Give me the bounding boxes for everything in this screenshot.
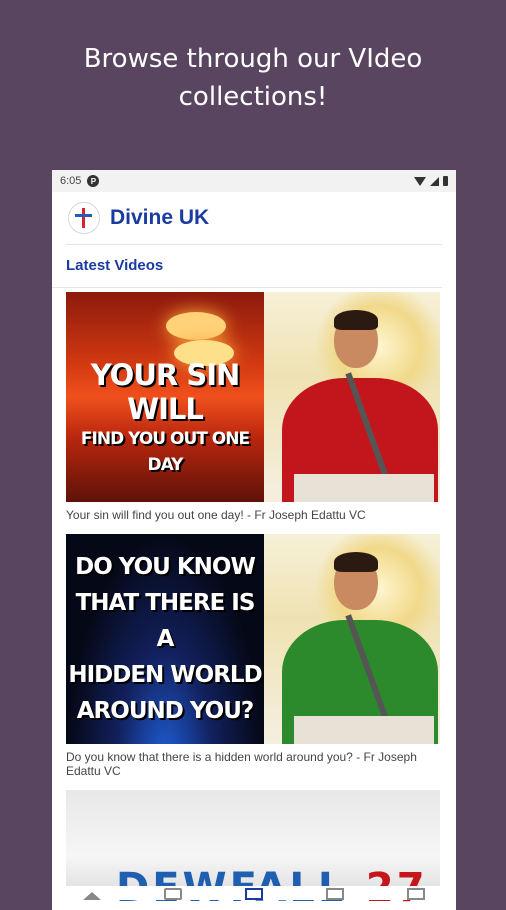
video-caption[interactable]: Your sin will find you out one day! - Fr… — [66, 502, 442, 530]
video-item[interactable]: DO YOU KNOW THAT THERE IS A HIDDEN WORLD… — [66, 534, 442, 786]
signal-icon — [430, 176, 439, 186]
battery-icon — [443, 176, 448, 186]
phone-screen: 6:05 P Divine UK Latest Videos YOUR SIN … — [52, 170, 456, 910]
video-item[interactable]: YOUR SIN WILL FIND YOU OUT ONE DAY Your … — [66, 292, 442, 530]
sun-graphic — [166, 312, 226, 340]
section-title: Latest Videos — [52, 245, 442, 288]
status-time: 6:05 — [60, 175, 82, 187]
promo-line-1: Browse through our VIdeo — [83, 44, 423, 74]
status-bar: 6:05 P — [52, 170, 456, 192]
thumbnail-graphic: DO YOU KNOW THAT THERE IS A HIDDEN WORLD… — [66, 534, 264, 744]
video-thumbnail[interactable]: YOUR SIN WILL FIND YOU OUT ONE DAY — [66, 292, 440, 502]
thumbnail-text-line: AROUND YOU? — [76, 698, 254, 724]
thumbnail-text-line: HIDDEN WORLD — [68, 662, 262, 688]
app-title: Divine UK — [110, 206, 210, 229]
thumbnail-text: YOUR SIN WILL — [90, 358, 241, 426]
video-caption[interactable]: Do you know that there is a hidden world… — [66, 744, 442, 786]
video-thumbnail[interactable]: DEWFALL-27 — [66, 790, 440, 910]
home-icon[interactable] — [83, 892, 102, 900]
thumbnail-text-line: THAT THERE IS A — [75, 590, 256, 652]
video-thumbnail[interactable]: DO YOU KNOW THAT THERE IS A HIDDEN WORLD… — [66, 534, 440, 744]
notification-icon: P — [87, 175, 100, 187]
video-item[interactable]: DEWFALL-27 — [66, 790, 442, 910]
thumbnail-subtext: FIND YOU OUT ONE DAY — [80, 429, 250, 475]
calendar-icon[interactable] — [325, 888, 344, 900]
wifi-icon — [414, 176, 426, 186]
thumbnail-text-line: DO YOU KNOW — [75, 554, 256, 580]
radio-icon[interactable] — [164, 888, 183, 900]
tv-icon[interactable] — [244, 888, 263, 900]
priest-photo — [264, 534, 440, 744]
promo-headline: Browse through our VIdeo collections! — [0, 40, 506, 116]
promo-line-2: collections! — [178, 82, 328, 112]
divine-logo-icon — [68, 202, 100, 234]
app-bar: Divine UK — [66, 192, 442, 245]
priest-photo — [264, 292, 440, 502]
calendar-icon[interactable] — [406, 888, 425, 900]
bottom-nav — [52, 886, 456, 900]
thumbnail-graphic: YOUR SIN WILL FIND YOU OUT ONE DAY — [66, 292, 264, 502]
